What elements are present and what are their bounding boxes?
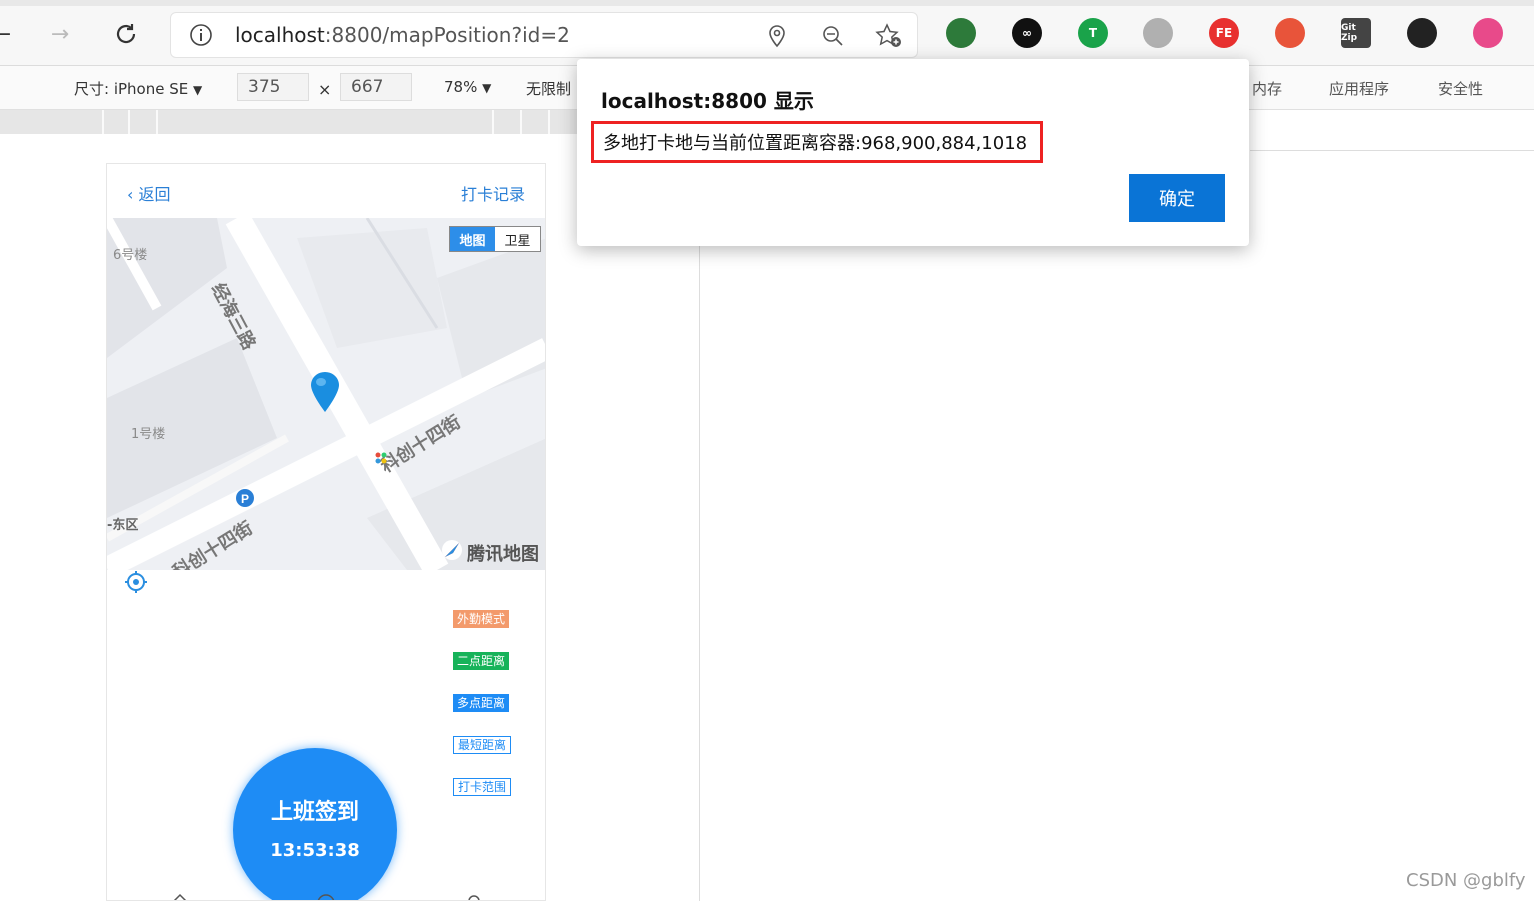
back-label: 返回 xyxy=(138,185,171,204)
records-link[interactable]: 打卡记录 xyxy=(461,181,525,205)
svg-text:P: P xyxy=(241,492,249,506)
mode-tag[interactable]: 二点距离 xyxy=(453,652,510,670)
git-zip-icon[interactable]: Git Zip xyxy=(1341,18,1371,48)
parking-icon: P xyxy=(235,488,255,512)
zoom-select[interactable]: 78% ▼ xyxy=(444,78,491,96)
back-link[interactable]: ‹ 返回 xyxy=(127,181,171,205)
back-icon[interactable]: ← xyxy=(0,18,18,50)
fe-icon[interactable]: FE xyxy=(1209,18,1239,48)
tab-security[interactable]: 安全性 xyxy=(1438,78,1483,99)
map-logo: 腾讯地图 xyxy=(441,539,539,566)
panel-divider xyxy=(1250,150,1534,151)
zoom-value: 78% xyxy=(444,78,478,96)
sign-in-title: 上班签到 xyxy=(270,800,359,825)
map-type-map[interactable]: 地图 xyxy=(450,227,495,251)
infinity-icon[interactable]: ∞ xyxy=(1012,18,1042,48)
chevron-left-icon: ‹ xyxy=(127,185,134,204)
width-input[interactable]: 375 xyxy=(237,73,309,101)
sign-in-button[interactable]: 上班签到 13:53:38 xyxy=(233,748,397,900)
ie-tab-icon[interactable] xyxy=(946,18,976,48)
home-nav-icon[interactable] xyxy=(169,890,191,900)
checkin-panel: 外勤模式二点距离多点距离最短距离打卡范围 上班签到 13:53:38 xyxy=(115,570,539,900)
dimension-separator: × xyxy=(318,80,332,99)
swirl-icon[interactable] xyxy=(1407,18,1437,48)
url-rest: :8800/mapPosition?id=2 xyxy=(324,23,570,47)
network-icon[interactable] xyxy=(1275,18,1305,48)
url-host: localhost xyxy=(235,23,325,47)
dialog-title: localhost:8800 显示 xyxy=(601,89,814,113)
add-favorite-icon[interactable] xyxy=(875,23,903,53)
ok-button[interactable]: 确定 xyxy=(1129,174,1225,222)
tab-memory[interactable]: 内存 xyxy=(1252,78,1282,99)
map-type-toggle[interactable]: 地图 卫星 xyxy=(449,226,541,252)
map-label-east-zone: -东区 xyxy=(107,518,139,533)
tencent-map-logo-icon xyxy=(441,539,463,566)
map-type-satellite[interactable]: 卫星 xyxy=(495,227,540,251)
throttle-select[interactable]: 无限制 xyxy=(526,78,571,99)
poi-dot-icon xyxy=(373,450,389,470)
device-viewport: ‹ 返回 打卡记录 地图 卫星 6号楼 1号楼 -东区 经海三路 科创十四街 科… xyxy=(106,163,546,901)
zoom-out-icon[interactable] xyxy=(821,24,845,52)
height-input[interactable]: 667 xyxy=(340,73,412,101)
map-view[interactable]: 地图 卫星 6号楼 1号楼 -东区 经海三路 科创十四街 科创十四街 P 腾讯地… xyxy=(107,218,545,570)
site-info-icon[interactable] xyxy=(189,23,213,51)
mode-tag[interactable]: 打卡范围 xyxy=(453,778,512,796)
sign-in-time: 13:53:38 xyxy=(270,840,360,861)
refresh-icon[interactable] xyxy=(110,18,142,50)
watermark: CSDN @gblfy xyxy=(1406,870,1526,891)
mode-tag[interactable]: 多点距离 xyxy=(453,694,510,712)
mode-tag[interactable]: 外勤模式 xyxy=(453,610,510,628)
map-label-building-1: 1号楼 xyxy=(131,427,166,442)
shield-t-icon[interactable]: T xyxy=(1078,18,1108,48)
pinwheel-icon[interactable] xyxy=(1473,18,1503,48)
location-icon[interactable] xyxy=(765,24,789,52)
device-select[interactable]: 尺寸: iPhone SE ▼ xyxy=(74,78,202,99)
tab-strip xyxy=(0,0,1534,6)
map-logo-text: 腾讯地图 xyxy=(467,543,539,565)
caret-down-icon: ▼ xyxy=(193,83,203,97)
address-bar[interactable]: localhost:8800/mapPosition?id=2 xyxy=(170,12,918,58)
device-size-label: 尺寸: iPhone SE xyxy=(74,80,189,98)
tab-application[interactable]: 应用程序 xyxy=(1329,78,1389,99)
reader-icon[interactable] xyxy=(1143,18,1173,48)
address-url: localhost:8800/mapPosition?id=2 xyxy=(235,23,570,47)
alert-dialog: localhost:8800 显示 多地打卡地与当前位置距离容器:968,900… xyxy=(577,59,1249,246)
media-query-ruler xyxy=(0,110,578,134)
mode-tag[interactable]: 最短距离 xyxy=(453,736,512,754)
profile-nav-icon[interactable] xyxy=(463,890,485,900)
location-pin-icon[interactable] xyxy=(311,372,339,416)
locate-me-icon[interactable] xyxy=(124,570,148,598)
map-label-building-6: 6号楼 xyxy=(113,248,148,263)
page-header: ‹ 返回 打卡记录 xyxy=(107,164,545,218)
center-nav-icon[interactable] xyxy=(315,890,337,900)
caret-down-icon: ▼ xyxy=(482,81,492,95)
forward-icon[interactable]: → xyxy=(44,18,76,50)
dialog-message: 多地打卡地与当前位置距离容器:968,900,884,1018 xyxy=(591,121,1043,163)
browser-toolbar: ← → localhost:8800/mapPosition?id=2 ∞ T FE… xyxy=(0,0,1534,66)
